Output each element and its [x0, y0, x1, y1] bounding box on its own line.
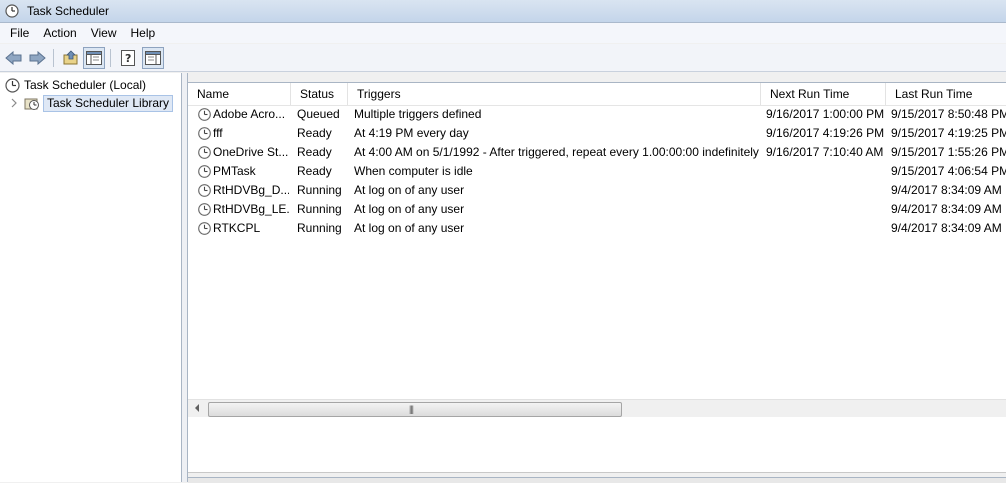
column-header-name[interactable]: Name	[188, 83, 291, 105]
table-row[interactable]: OneDrive St... Ready At 4:00 AM on 5/1/199…	[188, 143, 1006, 162]
cell-next-run-time	[766, 219, 886, 238]
tree-item-label: Task Scheduler (Local)	[24, 78, 147, 92]
menu-action[interactable]: Action	[36, 23, 83, 43]
cell-last-run-time: 9/15/2017 1:55:26 PM	[891, 145, 1006, 159]
cell-next-run-time	[766, 200, 886, 219]
task-list-header: Name Status Triggers Next Run Time Last …	[188, 83, 1006, 106]
task-clock-icon	[198, 146, 211, 159]
detail-panel	[188, 477, 1006, 483]
table-row[interactable]: fff Ready At 4:19 PM every day 9/16/2017 4:…	[188, 124, 1006, 143]
menu-file[interactable]: File	[0, 23, 36, 43]
column-header-status[interactable]: Status	[291, 83, 348, 105]
back-button[interactable]	[3, 47, 25, 69]
cell-status: Queued	[297, 107, 340, 121]
task-clock-icon	[198, 108, 211, 121]
window-title: Task Scheduler	[27, 4, 110, 18]
cell-triggers: At 4:00 AM on 5/1/1992 - After triggered…	[354, 145, 759, 159]
toolbar: ?	[0, 44, 1006, 72]
results-pane: Name Status Triggers Next Run Time Last …	[187, 73, 1006, 483]
table-row[interactable]: PMTask Ready When computer is idle 9/15/201…	[188, 162, 1006, 181]
cell-triggers: When computer is idle	[354, 164, 473, 178]
menu-help[interactable]: Help	[124, 23, 163, 43]
cell-last-run-time: 9/4/2017 8:34:09 AM	[891, 221, 1002, 235]
cell-triggers: At log on of any user	[354, 183, 465, 197]
cell-status: Ready	[297, 145, 332, 159]
column-header-next-run-time[interactable]: Next Run Time	[761, 83, 886, 105]
task-clock-icon	[198, 165, 211, 178]
cell-name: Adobe Acro...	[213, 107, 286, 121]
cell-next-run-time	[766, 162, 886, 181]
forward-arrow-icon	[29, 50, 46, 65]
folder-clock-icon	[24, 98, 39, 110]
forward-button[interactable]	[26, 47, 48, 69]
svg-text:?: ?	[125, 52, 131, 65]
tree-item-label: Task Scheduler Library	[43, 94, 174, 112]
toolbar-separator	[110, 48, 111, 67]
cell-name: OneDrive St...	[213, 145, 289, 159]
task-list: Name Status Triggers Next Run Time Last …	[188, 82, 1006, 473]
cell-last-run-time: 9/15/2017 4:19:25 PM	[891, 126, 1006, 140]
table-row[interactable]: RTKCPL Running At log on of any user 9/4/20…	[188, 219, 1006, 238]
scrollbar-grip: |||	[409, 404, 414, 414]
table-row[interactable]: RtHDVBg_D... Running At log on of any user…	[188, 181, 1006, 200]
help-icon: ?	[121, 49, 135, 66]
menu-view[interactable]: View	[84, 23, 124, 43]
table-row[interactable]: Adobe Acro... Queued Multiple triggers def…	[188, 105, 1006, 124]
cell-status: Ready	[297, 164, 332, 178]
back-arrow-icon	[5, 50, 22, 65]
show-hide-action-pane-button[interactable]	[142, 46, 164, 69]
table-row[interactable]: RtHDVBg_LE... Running At log on of any use…	[188, 200, 1006, 219]
column-header-last-run-time[interactable]: Last Run Time	[886, 83, 1006, 105]
cell-next-run-time: 9/16/2017 4:19:26 PM	[766, 126, 885, 140]
up-one-level-button[interactable]	[60, 47, 82, 69]
horizontal-scrollbar[interactable]: |||	[188, 399, 1006, 417]
title-bar: Task Scheduler	[0, 0, 1006, 23]
cell-next-run-time: 9/16/2017 1:00:00 PM	[766, 107, 885, 121]
task-clock-icon	[198, 222, 211, 235]
up-folder-icon	[63, 49, 78, 64]
cell-triggers: At 4:19 PM every day	[354, 126, 469, 140]
cell-name: RtHDVBg_LE...	[213, 202, 289, 216]
menu-bar: File Action View Help	[0, 23, 1006, 43]
cell-triggers: At log on of any user	[354, 221, 465, 235]
cell-name: fff	[213, 126, 223, 140]
cell-last-run-time: 9/15/2017 8:50:48 PM	[891, 107, 1006, 121]
show-hide-console-tree-button[interactable]	[83, 46, 105, 69]
cell-last-run-time: 9/4/2017 8:34:09 AM	[891, 202, 1002, 216]
cell-name: RTKCPL	[213, 221, 261, 235]
show-hide-action-pane-icon	[145, 50, 161, 65]
cell-status: Ready	[297, 126, 332, 140]
cell-triggers: At log on of any user	[354, 202, 465, 216]
clock-icon	[5, 77, 20, 93]
show-hide-console-tree-icon	[86, 50, 102, 65]
toolbar-separator	[53, 48, 54, 67]
scroll-left-icon[interactable]	[194, 404, 200, 412]
console-tree: Task Scheduler (Local) Task Scheduler Li…	[0, 73, 182, 482]
cell-triggers: Multiple triggers defined	[354, 107, 482, 121]
chevron-right-icon[interactable]	[10, 98, 18, 108]
column-header-triggers[interactable]: Triggers	[348, 83, 761, 105]
help-button[interactable]: ?	[117, 47, 139, 69]
scrollbar-thumb[interactable]: |||	[208, 402, 622, 417]
cell-last-run-time: 9/15/2017 4:06:54 PM	[891, 164, 1006, 178]
clock-app-icon	[5, 4, 19, 18]
cell-name: RtHDVBg_D...	[213, 183, 289, 197]
tree-item-task-scheduler-library[interactable]: Task Scheduler Library	[10, 94, 174, 112]
cell-next-run-time: 9/16/2017 7:10:40 AM	[766, 145, 884, 159]
cell-name: PMTask	[213, 164, 256, 178]
cell-status: Running	[297, 202, 342, 216]
task-clock-icon	[198, 127, 211, 140]
tree-item-task-scheduler-local[interactable]: Task Scheduler (Local)	[5, 76, 146, 94]
cell-status: Running	[297, 183, 342, 197]
task-clock-icon	[198, 203, 211, 216]
cell-next-run-time	[766, 181, 886, 200]
cell-status: Running	[297, 221, 342, 235]
task-clock-icon	[198, 184, 211, 197]
cell-last-run-time: 9/4/2017 8:34:09 AM	[891, 183, 1002, 197]
